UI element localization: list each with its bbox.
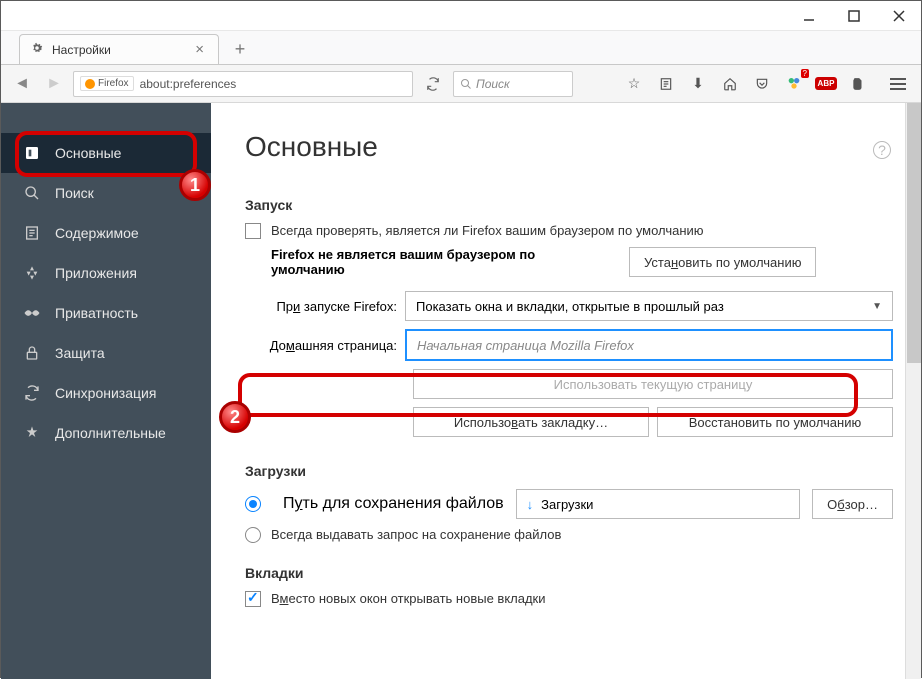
sidebar-label: Основные (55, 145, 121, 161)
preferences-main: ? Основные Запуск Всегда проверять, явля… (211, 103, 921, 679)
set-default-button[interactable]: Установить по умолчанию (629, 247, 816, 277)
tab-preferences[interactable]: Настройки × (19, 34, 219, 64)
tabs-heading: Вкладки (245, 565, 893, 581)
search-box[interactable]: Поиск (453, 71, 573, 97)
search-icon (23, 185, 41, 201)
pocket-icon[interactable] (747, 71, 777, 97)
restore-default-button[interactable]: Восстановить по умолчанию (657, 407, 893, 437)
download-arrow-icon: ↓ (527, 497, 534, 512)
content-area: Основные Поиск Содержимое Приложения При… (1, 103, 921, 679)
homepage-input[interactable]: Начальная страница Mozilla Firefox (405, 329, 893, 361)
sidebar-item-sync[interactable]: Синхронизация (1, 373, 211, 413)
sidebar-label: Приватность (55, 305, 138, 321)
privacy-icon (23, 307, 41, 319)
advanced-icon (23, 425, 41, 441)
sidebar-item-security[interactable]: Защита (1, 333, 211, 373)
download-path-box[interactable]: ↓ Загрузки (516, 489, 801, 519)
scrollbar[interactable] (905, 103, 921, 679)
save-to-radio[interactable] (245, 496, 261, 512)
sidebar-label: Дополнительные (55, 425, 166, 441)
downloads-icon[interactable]: ⬇ (683, 71, 713, 97)
reader-icon[interactable] (651, 71, 681, 97)
sidebar-item-privacy[interactable]: Приватность (1, 293, 211, 333)
downloads-heading: Загрузки (245, 463, 893, 479)
chevron-down-icon: ▼ (872, 301, 882, 312)
home-icon[interactable] (715, 71, 745, 97)
tab-title: Настройки (52, 43, 111, 57)
firefox-icon (85, 79, 95, 89)
minimize-button[interactable] (786, 1, 831, 31)
close-window-button[interactable] (876, 1, 921, 31)
maximize-button[interactable] (831, 1, 876, 31)
window-titlebar (1, 1, 921, 31)
toolbar: ◄ ► Firefox about:preferences Поиск ☆ ⬇ … (1, 65, 921, 103)
sidebar-item-applications[interactable]: Приложения (1, 253, 211, 293)
applications-icon (23, 265, 41, 281)
sidebar-label: Синхронизация (55, 385, 156, 401)
toolbar-icons: ☆ ⬇ ? ABP (619, 71, 873, 97)
new-tab-button[interactable]: + (225, 34, 255, 64)
startup-heading: Запуск (245, 197, 893, 213)
tab-close-button[interactable]: × (191, 41, 208, 58)
use-current-page-button[interactable]: Использовать текущую страницу (413, 369, 893, 399)
general-icon (23, 145, 41, 161)
open-in-tabs-label: Вместо новых окон открывать новые вкладк… (271, 591, 546, 606)
sidebar-label: Поиск (55, 185, 94, 201)
save-to-label: Путь для сохранения файлов (283, 495, 504, 513)
content-icon (23, 225, 41, 241)
use-bookmark-button[interactable]: Использовать закладку… (413, 407, 649, 437)
security-icon (23, 345, 41, 361)
on-start-select[interactable]: Показать окна и вкладки, открытые в прош… (405, 291, 893, 321)
sidebar-item-general[interactable]: Основные (1, 133, 211, 173)
homepage-label: Домашняя страница: (245, 338, 405, 353)
open-in-tabs-checkbox[interactable] (245, 591, 261, 607)
help-button[interactable]: ? (873, 141, 891, 159)
sync-icon (23, 385, 41, 401)
sidebar-item-advanced[interactable]: Дополнительные (1, 413, 211, 453)
url-bar[interactable]: Firefox about:preferences (73, 71, 413, 97)
identity-badge: Firefox (80, 76, 134, 91)
check-default-label: Всегда проверять, является ли Firefox ва… (271, 223, 704, 238)
evernote-icon[interactable] (843, 71, 873, 97)
bookmark-star-icon[interactable]: ☆ (619, 71, 649, 97)
always-ask-label: Всегда выдавать запрос на сохранение фай… (271, 527, 561, 542)
check-default-checkbox[interactable] (245, 223, 261, 239)
sidebar-item-search[interactable]: Поиск (1, 173, 211, 213)
preferences-sidebar: Основные Поиск Содержимое Приложения При… (1, 103, 211, 679)
gear-icon (30, 41, 44, 58)
sidebar-item-content[interactable]: Содержимое (1, 213, 211, 253)
sidebar-label: Приложения (55, 265, 137, 281)
always-ask-radio[interactable] (245, 527, 261, 543)
forward-button[interactable]: ► (41, 71, 67, 97)
url-text: about:preferences (140, 77, 237, 91)
browse-button[interactable]: Обзор… (812, 489, 893, 519)
abp-icon[interactable]: ABP (811, 71, 841, 97)
search-icon (460, 78, 472, 90)
menu-button[interactable] (883, 71, 913, 97)
not-default-message: Firefox не является вашим браузером по у… (271, 247, 611, 277)
check-default-row: Всегда проверять, является ли Firefox ва… (245, 223, 893, 239)
back-button[interactable]: ◄ (9, 71, 35, 97)
scrollbar-thumb[interactable] (907, 103, 921, 363)
sidebar-label: Содержимое (55, 225, 139, 241)
page-title: Основные (245, 131, 893, 163)
on-start-label: При запуске Firefox: (245, 299, 405, 314)
video-downloader-icon[interactable]: ? (779, 71, 809, 97)
sidebar-label: Защита (55, 345, 105, 361)
reload-button[interactable] (419, 71, 447, 97)
tab-strip: Настройки × + (1, 31, 921, 65)
